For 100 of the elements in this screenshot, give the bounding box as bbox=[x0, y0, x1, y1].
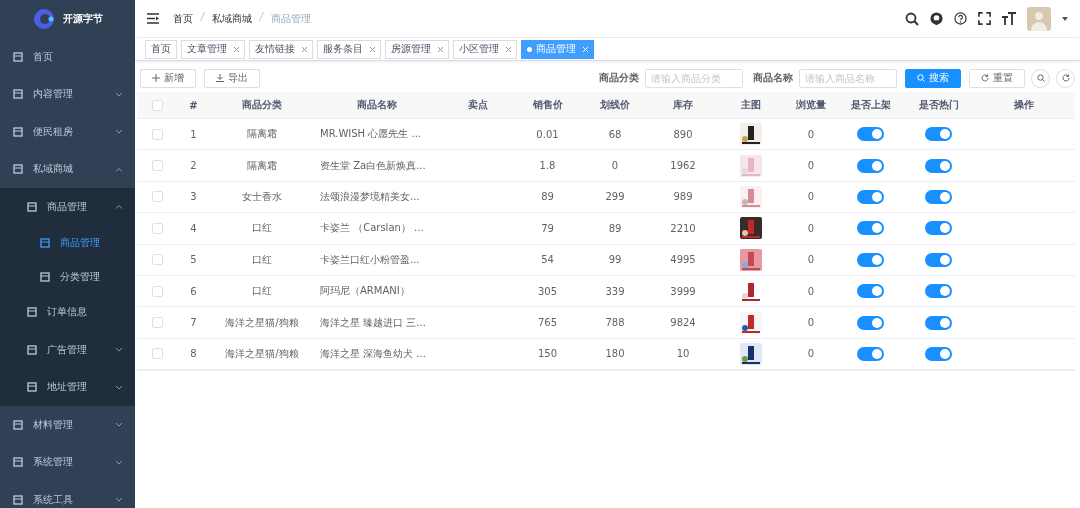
toggle-switch[interactable] bbox=[857, 221, 884, 236]
close-icon[interactable] bbox=[234, 46, 239, 52]
close-icon[interactable] bbox=[438, 46, 443, 52]
toggle-switch[interactable] bbox=[857, 315, 884, 330]
table-cell-text: 0 bbox=[806, 160, 816, 172]
checkbox[interactable] bbox=[151, 128, 163, 140]
menu-item[interactable]: 地址管理 bbox=[0, 368, 135, 406]
table-cell-text: 180 bbox=[604, 348, 626, 360]
breadcrumb-item[interactable]: 首页 bbox=[173, 11, 193, 26]
toggle-switch[interactable] bbox=[857, 284, 884, 299]
table-cell-text: 0 bbox=[806, 317, 816, 329]
menu-item[interactable]: 首页 bbox=[0, 38, 135, 76]
menu-item[interactable]: 便民租房 bbox=[0, 113, 135, 151]
table-cell-text: 海洋之星猫/狗粮 bbox=[224, 346, 300, 361]
table-cell-text: 339 bbox=[604, 285, 626, 297]
download-icon bbox=[216, 74, 224, 82]
toggle-switch[interactable] bbox=[857, 346, 884, 361]
toggle-switch[interactable] bbox=[857, 158, 884, 173]
menu-item[interactable]: 内容管理 bbox=[0, 75, 135, 113]
checkbox[interactable] bbox=[151, 285, 163, 297]
menu-item[interactable]: 分类管理 bbox=[0, 259, 135, 294]
table-cell-text: 法颂浪漫梦境精美女... bbox=[319, 189, 421, 204]
table-cell-text: 0.01 bbox=[535, 128, 560, 140]
toggle-switch[interactable] bbox=[925, 252, 952, 267]
table-cell-text: 女士香水 bbox=[241, 189, 283, 204]
table-cell-text: 10 bbox=[675, 348, 691, 360]
refresh-button[interactable] bbox=[1056, 68, 1075, 88]
toggle-switch[interactable] bbox=[925, 346, 952, 361]
toggle-switch[interactable] bbox=[857, 252, 884, 267]
table-cell-text: 1.8 bbox=[538, 160, 557, 172]
reset-button[interactable]: 重置 bbox=[969, 68, 1025, 88]
menu-item[interactable]: 订单信息 bbox=[0, 293, 135, 331]
table-cell-text: 6 bbox=[189, 285, 198, 297]
tab[interactable]: 文章管理 bbox=[181, 39, 245, 59]
table-cell-text: 1 bbox=[189, 128, 198, 140]
table-cell-text: 8 bbox=[189, 348, 198, 360]
table-cell-text: 4995 bbox=[669, 254, 697, 266]
menu-item[interactable]: 材料管理 bbox=[0, 406, 135, 444]
fullscreen-icon[interactable] bbox=[978, 12, 991, 25]
table-cell-text: 0 bbox=[806, 348, 816, 360]
table-cell-text: 隔离霜 bbox=[246, 158, 278, 173]
toggle-switch[interactable] bbox=[857, 189, 884, 204]
toggle-switch[interactable] bbox=[925, 315, 952, 330]
tab[interactable]: 友情链接 bbox=[249, 39, 313, 59]
column-header: 操作 bbox=[1012, 98, 1035, 112]
close-icon[interactable] bbox=[370, 46, 375, 52]
tab[interactable]: 首页 bbox=[145, 39, 177, 59]
toggle-switch[interactable] bbox=[925, 158, 952, 173]
checkbox[interactable] bbox=[151, 222, 163, 234]
table-cell-text: 788 bbox=[604, 317, 626, 329]
table-cell-text: 海洋之星 深海鱼幼犬 ... bbox=[319, 346, 427, 361]
close-icon[interactable] bbox=[302, 46, 307, 52]
breadcrumb-item[interactable]: 私域商城 bbox=[212, 11, 252, 26]
close-icon[interactable] bbox=[506, 46, 511, 52]
checkbox[interactable] bbox=[151, 254, 163, 266]
avatar[interactable] bbox=[1027, 6, 1051, 31]
menu-item[interactable]: 系统工具 bbox=[0, 481, 135, 508]
tab[interactable]: 小区管理 bbox=[453, 39, 517, 59]
tab[interactable]: 服务条目 bbox=[317, 39, 381, 59]
table-cell-text: 890 bbox=[672, 128, 694, 140]
field-label: 商品名称 bbox=[753, 71, 793, 85]
table-cell-text: 2 bbox=[189, 160, 198, 172]
checkbox[interactable] bbox=[151, 99, 163, 111]
font-size-icon[interactable] bbox=[1002, 12, 1016, 25]
table-cell-text: 口红 bbox=[251, 284, 273, 299]
checkbox[interactable] bbox=[151, 160, 163, 172]
tab[interactable]: 房源管理 bbox=[385, 39, 449, 59]
column-header: 卖点 bbox=[466, 98, 489, 112]
menu-item[interactable]: 商品管理 bbox=[0, 225, 135, 260]
menu-item[interactable]: 商品管理 bbox=[0, 188, 135, 226]
table-cell-text: 口红 bbox=[251, 252, 273, 267]
menu-item[interactable]: 系统管理 bbox=[0, 443, 135, 481]
column-header: 销售价 bbox=[531, 98, 564, 112]
toggle-search-button[interactable] bbox=[1031, 68, 1050, 88]
search-icon bbox=[1036, 74, 1045, 82]
table-cell-text: 卡姿兰 （Carslan） ... bbox=[319, 221, 425, 236]
table-cell-text: 3999 bbox=[669, 285, 697, 297]
menu-item[interactable]: 广告管理 bbox=[0, 331, 135, 369]
column-header: 主图 bbox=[740, 98, 762, 112]
column-header: 商品名称 bbox=[356, 98, 398, 112]
checkbox[interactable] bbox=[151, 191, 163, 203]
checkbox[interactable] bbox=[151, 348, 163, 360]
table-cell-text: 9824 bbox=[669, 317, 697, 329]
toggle-switch[interactable] bbox=[925, 284, 952, 299]
export-button[interactable]: 导出 bbox=[204, 68, 260, 88]
column-header: 划线价 bbox=[599, 98, 631, 112]
add-button[interactable]: 新增 bbox=[140, 68, 196, 88]
table-cell-text: 299 bbox=[604, 191, 626, 203]
menu-item[interactable]: 私域商城 bbox=[0, 150, 135, 188]
help-icon[interactable] bbox=[954, 12, 967, 25]
search-icon[interactable] bbox=[905, 11, 919, 26]
table-cell-text: 0 bbox=[806, 191, 816, 203]
table-cell-text: 3 bbox=[189, 191, 198, 203]
toggle-switch[interactable] bbox=[925, 127, 952, 142]
toggle-switch[interactable] bbox=[857, 127, 884, 142]
toggle-switch[interactable] bbox=[925, 189, 952, 204]
refresh-icon bbox=[981, 74, 989, 82]
toggle-switch[interactable] bbox=[925, 221, 952, 236]
checkbox[interactable] bbox=[151, 317, 163, 329]
caret-icon[interactable] bbox=[1062, 16, 1068, 21]
